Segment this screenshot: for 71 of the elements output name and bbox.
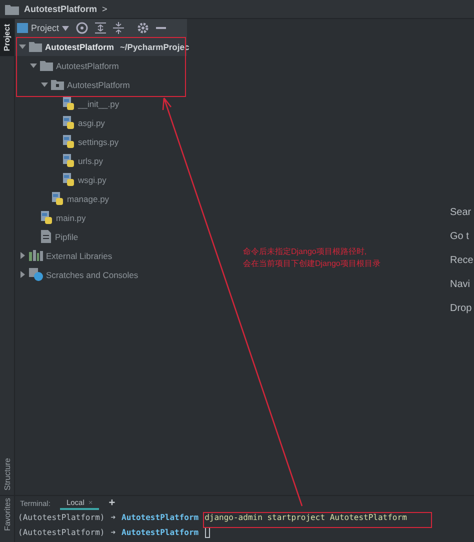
python-file-icon [62, 173, 75, 186]
prompt-directory: AutotestPlatform [122, 528, 199, 537]
terminal-command: django-admin startproject AutotestPlatform [204, 513, 407, 522]
prompt-arrow: ➜ [110, 513, 116, 522]
tree-item[interactable]: manage.py [15, 189, 187, 208]
tree-item-label: Pipfile [55, 232, 78, 242]
folder-icon [5, 4, 19, 14]
tree-item-label: settings.py [78, 136, 119, 146]
breadcrumb-separator: > [102, 4, 108, 14]
window-icon [17, 23, 28, 33]
tree-item[interactable]: urls.py [15, 151, 187, 170]
python-file-icon [62, 154, 75, 167]
editor-hint: Navi [450, 279, 472, 292]
expand-all-icon[interactable] [95, 22, 106, 34]
tree-item[interactable]: asgi.py [15, 113, 187, 132]
view-selector[interactable]: Project [17, 23, 70, 33]
editor-hint: Sear [450, 207, 472, 220]
tree-item[interactable]: Scratches and Consoles [15, 265, 187, 284]
tree-item-label: main.py [56, 212, 86, 222]
tree-item-label: manage.py [67, 194, 110, 204]
tree-item-label: AutotestPlatform [56, 60, 119, 70]
structure-tool-tab[interactable]: Structure [2, 452, 12, 495]
breadcrumb-item[interactable]: AutotestPlatform [24, 4, 98, 14]
tree-item[interactable]: AutotestPlatform [15, 75, 187, 94]
favorites-tool-tab[interactable]: Favorites [2, 496, 12, 533]
python-file-icon [51, 192, 64, 205]
tree-item-label: urls.py [78, 156, 104, 166]
scratches-icon [29, 268, 43, 281]
tree-item-label: AutotestPlatform [45, 42, 114, 52]
project-tool-tab[interactable]: Project [0, 19, 14, 56]
tree-item[interactable]: wsgi.py [15, 170, 187, 189]
prompt-arrow: ➜ [110, 528, 116, 537]
settings-icon[interactable] [137, 22, 150, 34]
tree-item-label: wsgi.py [78, 174, 106, 184]
python-file-icon [62, 135, 75, 148]
folder-icon [29, 41, 42, 52]
tree-item[interactable]: AutotestPlatform [15, 56, 187, 75]
tree-item[interactable]: External Libraries [15, 246, 187, 265]
python-file-icon [40, 211, 53, 224]
tree-item-label: asgi.py [78, 118, 105, 128]
python-file-icon [62, 116, 75, 129]
tree-item-label: Scratches and Consoles [46, 270, 138, 280]
editor-hint: Drop [450, 303, 473, 316]
new-tab-button[interactable]: + [108, 498, 116, 508]
minimize-icon[interactable] [156, 27, 166, 29]
expanded-arrow-icon[interactable] [41, 81, 48, 88]
target-icon[interactable] [76, 22, 88, 34]
python-file-icon [62, 97, 75, 110]
collapsed-arrow-icon[interactable] [19, 252, 26, 259]
folder-icon [40, 60, 53, 71]
tree-item[interactable]: settings.py [15, 132, 187, 151]
tree-item-label: External Libraries [46, 250, 112, 260]
editor-hint: Rece [450, 255, 474, 268]
collapse-all-icon[interactable] [113, 22, 124, 34]
file-icon [40, 230, 52, 243]
editor-hint: Go t [450, 231, 470, 244]
collapsed-arrow-icon[interactable] [19, 271, 26, 278]
tree-item[interactable]: __init__.py [15, 94, 187, 113]
annotation-text: 命令后未指定Django项目根路径时, 会在当前项目下创建Django项目根目录 [243, 246, 380, 270]
prompt-env: (AutotestPlatform) [18, 513, 105, 522]
prompt-env: (AutotestPlatform) [18, 528, 105, 537]
tree-item[interactable]: Pipfile [15, 227, 187, 246]
expanded-arrow-icon[interactable] [19, 43, 26, 50]
prompt-directory: AutotestPlatform [122, 513, 199, 522]
expanded-arrow-icon[interactable] [30, 62, 37, 69]
tree-item[interactable]: main.py [15, 208, 187, 227]
tree-item-label: AutotestPlatform [67, 80, 130, 90]
caret-icon [62, 26, 70, 30]
library-icon [29, 250, 43, 261]
tree-item-label: __init__.py [78, 98, 120, 108]
folder-icon [51, 79, 64, 90]
